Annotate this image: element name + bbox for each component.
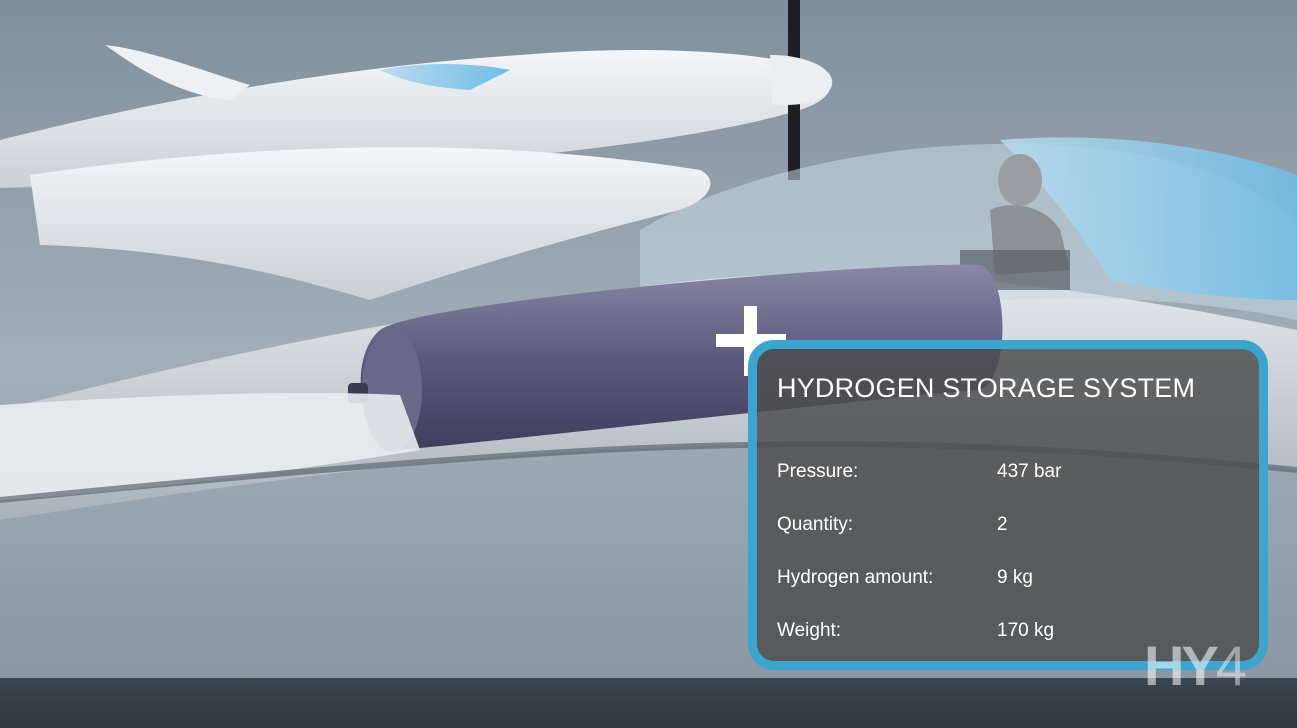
bottom-bar	[0, 678, 1297, 728]
hy4-logo: HY4	[1144, 638, 1247, 694]
logo-text: HY	[1144, 634, 1219, 697]
spec-value: 2	[997, 514, 1008, 535]
panel-title: HYDROGEN STORAGE SYSTEM	[777, 373, 1196, 403]
spec-value: 9 kg	[997, 567, 1033, 588]
pilot-head	[998, 154, 1042, 206]
hydrogen-storage-info-panel: HYDROGEN STORAGE SYSTEM Pressure: 437 ba…	[748, 340, 1268, 670]
spec-value: 437 bar	[997, 461, 1062, 482]
spec-row-hydrogen-amount: Hydrogen amount: 9 kg	[777, 567, 1247, 593]
spec-label: Hydrogen amount:	[777, 567, 934, 588]
spec-label: Pressure:	[777, 461, 859, 482]
spec-value: 170 kg	[997, 620, 1055, 641]
spec-label: Quantity:	[777, 514, 854, 535]
spec-row-pressure: Pressure: 437 bar	[777, 461, 1247, 487]
video-frame: HYDROGEN STORAGE SYSTEM Pressure: 437 ba…	[0, 0, 1297, 728]
spec-row-quantity: Quantity: 2	[777, 514, 1247, 540]
spec-label: Weight:	[777, 620, 842, 641]
logo-number: 4	[1215, 634, 1247, 697]
